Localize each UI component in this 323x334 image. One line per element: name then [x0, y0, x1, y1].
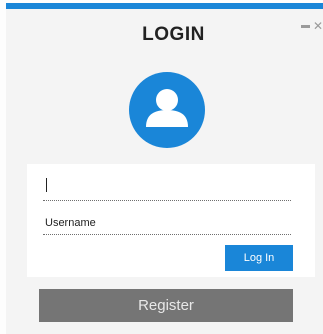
username-input[interactable]	[43, 211, 291, 235]
login-form-card: Log In	[27, 164, 315, 277]
window-controls: ✕	[300, 20, 323, 32]
close-icon[interactable]: ✕	[313, 20, 323, 32]
register-button[interactable]: Register	[39, 289, 293, 322]
minimize-icon[interactable]	[300, 24, 310, 28]
login-button[interactable]: Log In	[225, 245, 293, 271]
text-cursor	[46, 178, 47, 192]
text-input-field[interactable]	[43, 177, 291, 201]
user-icon	[146, 89, 188, 127]
user-avatar	[129, 72, 205, 148]
dialog-title: LOGIN	[142, 24, 205, 45]
